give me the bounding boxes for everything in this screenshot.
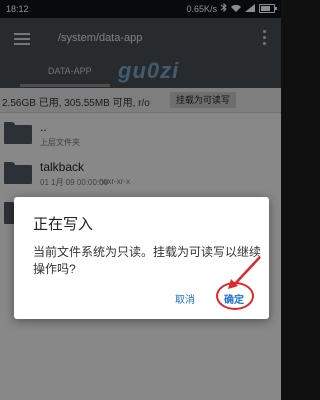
annotation-arrow-icon: [228, 256, 261, 289]
dialog-title: 正在写入: [33, 216, 94, 233]
screen: 18:12 0.65K/s /system/data-app DATA-APP …: [0, 0, 281, 400]
cancel-button[interactable]: 取消: [175, 291, 195, 306]
